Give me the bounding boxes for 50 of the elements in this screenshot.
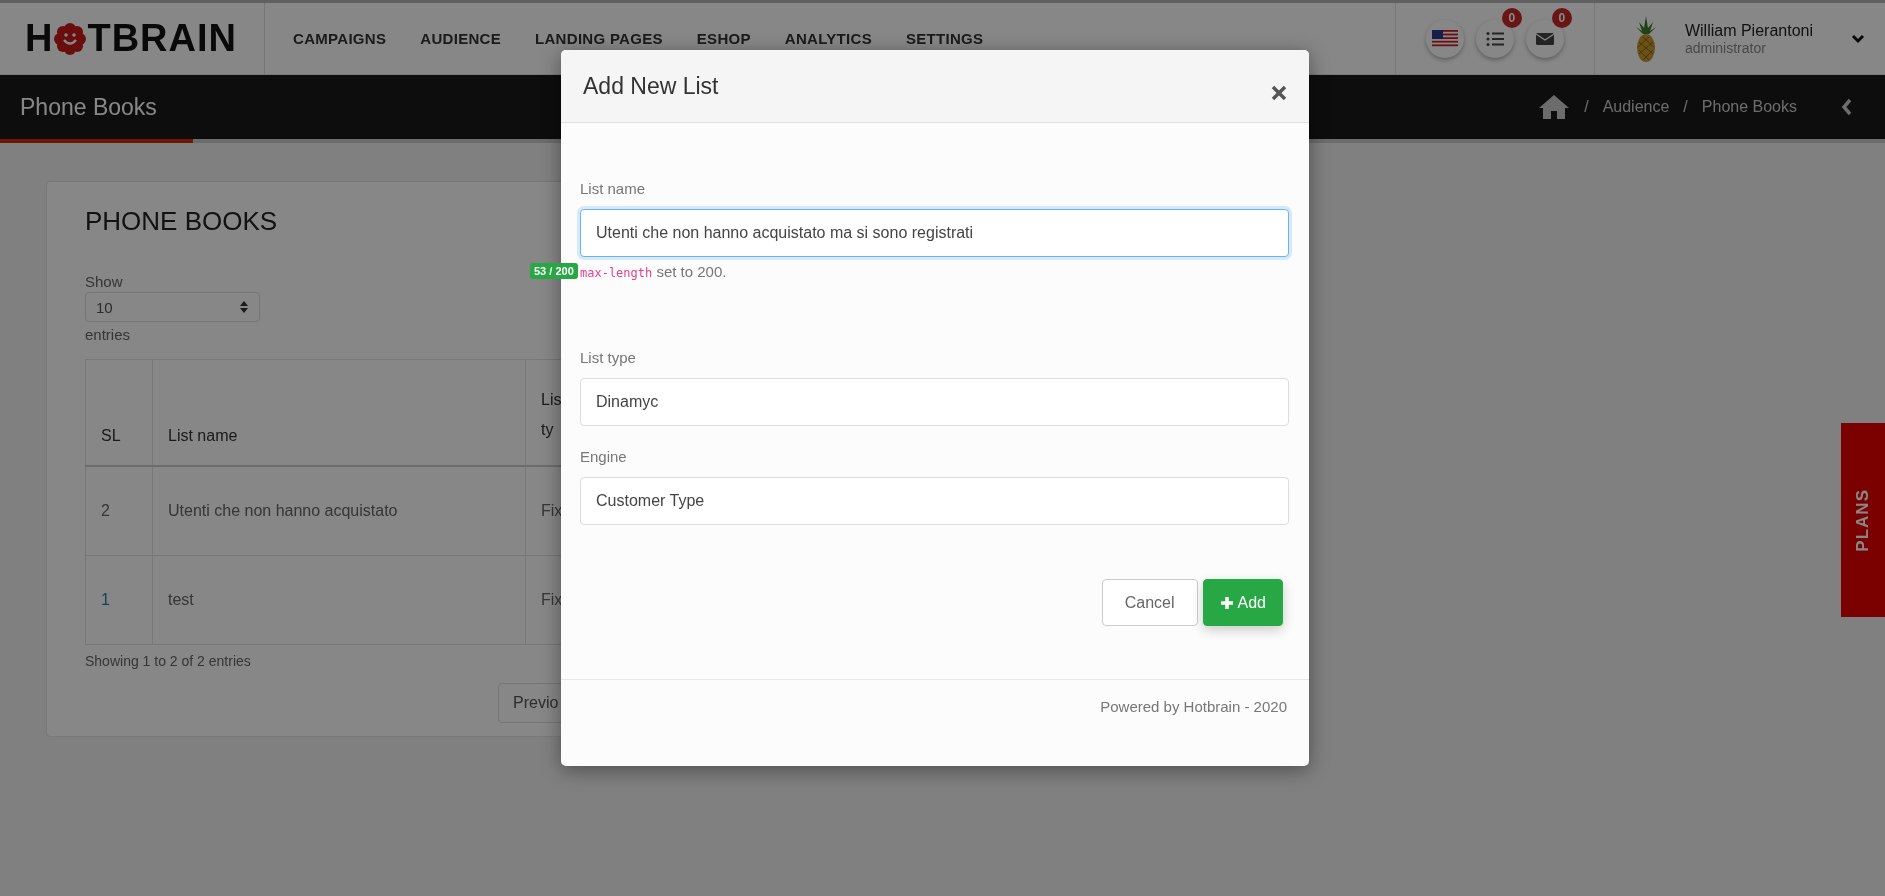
column-header: SL — [85, 359, 153, 466]
cancel-button[interactable]: Cancel — [1101, 579, 1198, 626]
count-badge: 0 — [1551, 7, 1572, 28]
dialog-title: Add New List — [583, 72, 719, 100]
input-field[interactable]: Dinamyc — [580, 378, 1289, 426]
entries-label: entries — [85, 326, 131, 343]
page-title: Phone Books — [19, 93, 157, 121]
nav-link[interactable]: SETTINGS — [906, 30, 984, 47]
nav-link[interactable]: ANALYTICS — [784, 30, 872, 47]
smiley-flower-icon — [54, 22, 87, 55]
nav-link[interactable]: LANDING PAGES — [535, 30, 663, 47]
column-header: List name — [152, 359, 526, 466]
character-counter: 53 / 200 — [530, 263, 578, 279]
language-button[interactable] — [1425, 19, 1464, 58]
breadcrumb-separator: / — [1683, 98, 1688, 116]
breadcrumb-link[interactable]: Audience — [1602, 98, 1670, 116]
footer-text: Powered by Hotbrain - 2020 — [1100, 698, 1287, 717]
sort-arrows-icon — [239, 300, 249, 314]
us-flag-icon — [1431, 29, 1458, 48]
input-field[interactable]: Customer Type — [580, 477, 1289, 525]
plans-tab[interactable]: PLANS — [1841, 423, 1885, 617]
table-cell: test — [152, 555, 526, 645]
envelope-icon — [1535, 31, 1554, 46]
card-title: PHONE BOOKS — [85, 206, 278, 237]
checklist-icon — [1485, 30, 1504, 47]
table-info: Showing 1 to 2 of 2 entries — [85, 653, 251, 669]
plus-icon — [1219, 595, 1234, 610]
close-icon — [1271, 85, 1287, 101]
table-cell: 2 — [85, 466, 153, 556]
show-label: Show — [85, 273, 123, 290]
page-size-select[interactable]: 10 — [85, 292, 260, 322]
chevron-left-icon[interactable] — [1841, 98, 1853, 116]
breadcrumb-link[interactable]: Phone Books — [1701, 98, 1797, 116]
chevron-down-icon[interactable] — [1851, 33, 1865, 44]
logo[interactable]: H TBRAIN — [0, 3, 265, 74]
field-label: List name — [580, 180, 647, 197]
home-icon[interactable] — [1538, 94, 1571, 120]
table-cell[interactable]: 1 — [85, 555, 153, 645]
add-button[interactable]: Add — [1202, 579, 1283, 626]
user-role: administrator — [1684, 39, 1767, 56]
count-badge: 0 — [1501, 7, 1522, 28]
table-cell: Utenti che non hanno acquistato — [152, 466, 526, 556]
field-hint: max-length set to 200. — [580, 263, 727, 280]
user-name: William Pierantoni — [1684, 21, 1813, 40]
breadcrumb-separator: / — [1584, 98, 1589, 116]
nav-link[interactable]: ESHOP — [696, 30, 751, 47]
nav-link[interactable]: CAMPAIGNS — [293, 30, 387, 47]
close-button[interactable] — [1271, 85, 1287, 101]
nav-link[interactable]: AUDIENCE — [420, 30, 501, 47]
input-field[interactable]: Utenti che non hanno acquistato ma si sono registrati — [580, 209, 1289, 257]
